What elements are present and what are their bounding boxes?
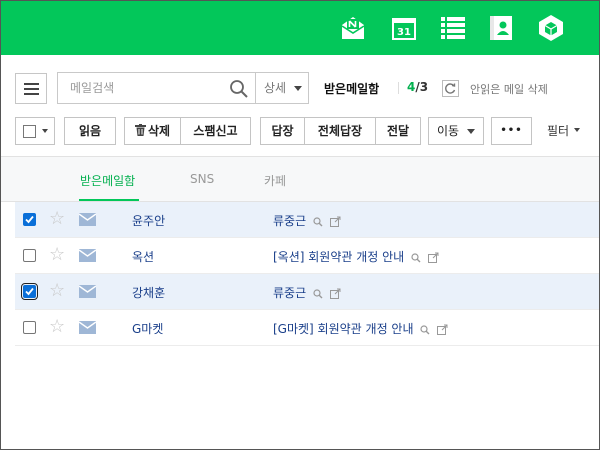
chevron-down-icon xyxy=(574,128,580,132)
mail-count: 4/3 xyxy=(407,80,428,94)
reply-button[interactable]: 답장 xyxy=(260,117,305,145)
mark-read-button[interactable]: 읽음 xyxy=(64,117,116,145)
report-spam-button[interactable]: 스팸신고 xyxy=(180,117,251,145)
mail-row[interactable]: ☆ G마켓 [G마켓] 회원약관 개정 안내 xyxy=(15,310,599,346)
tab-cafe[interactable]: 카페 xyxy=(264,172,286,189)
more-button[interactable]: ••• xyxy=(491,117,532,145)
divider xyxy=(398,82,399,94)
open-new-window-icon[interactable] xyxy=(427,252,439,263)
search-input[interactable] xyxy=(59,74,219,102)
check-icon xyxy=(25,287,34,296)
subject-text: [옥션] 회원약관 개정 안내 xyxy=(273,250,405,264)
move-dropdown[interactable]: 이동 xyxy=(428,117,484,145)
star-icon[interactable]: ☆ xyxy=(49,209,65,229)
sender-name[interactable]: 옥션 xyxy=(132,248,154,265)
total-count: 3 xyxy=(419,80,429,94)
row-checkbox[interactable] xyxy=(23,321,36,334)
subject-text: 류중근 xyxy=(273,214,307,228)
star-icon[interactable]: ☆ xyxy=(49,245,65,265)
envelope-icon[interactable] xyxy=(79,249,96,262)
row-checkbox[interactable] xyxy=(23,213,36,226)
mail-row[interactable]: ☆ 옥션 [옥션] 회원약관 개정 안내 xyxy=(15,238,599,274)
mail-row[interactable]: ☆ 강채훈 류중근 xyxy=(15,274,599,310)
mail-n-icon[interactable] xyxy=(338,13,368,43)
envelope-icon[interactable] xyxy=(79,321,96,334)
search-icon[interactable] xyxy=(229,79,249,99)
star-icon[interactable]: ☆ xyxy=(49,281,65,301)
tab-sns[interactable]: SNS xyxy=(190,172,214,186)
preview-search-icon[interactable] xyxy=(313,288,323,299)
check-icon xyxy=(25,215,34,224)
refresh-icon xyxy=(445,83,456,94)
subject-text: [G마켓] 회원약관 개정 안내 xyxy=(273,322,414,336)
preview-search-icon[interactable] xyxy=(313,216,323,227)
move-label: 이동 xyxy=(437,124,460,138)
open-new-window-icon[interactable] xyxy=(329,216,341,227)
contacts-icon[interactable] xyxy=(486,13,516,43)
select-all-dropdown[interactable] xyxy=(15,117,55,145)
calendar-day-label: 31 xyxy=(397,27,411,38)
detail-search-button[interactable]: 상세 xyxy=(255,72,309,104)
detail-search-label: 상세 xyxy=(264,81,287,95)
sender-name[interactable]: 강채훈 xyxy=(132,284,165,301)
sender-name[interactable]: 윤주안 xyxy=(132,212,165,229)
hamburger-line xyxy=(24,88,39,90)
forward-button[interactable]: 전달 xyxy=(375,117,421,145)
row-checkbox[interactable] xyxy=(21,283,38,300)
subject-link[interactable]: [옥션] 회원약관 개정 안내 xyxy=(273,248,439,265)
star-icon[interactable]: ☆ xyxy=(49,317,65,337)
hamburger-line xyxy=(24,93,39,95)
delete-label: 삭제 xyxy=(147,124,171,138)
row-checkbox[interactable] xyxy=(23,249,36,262)
subject-link[interactable]: [G마켓] 회원약관 개정 안내 xyxy=(273,320,448,337)
filter-dropdown[interactable]: 필터 xyxy=(547,122,580,139)
open-new-window-icon[interactable] xyxy=(437,324,448,335)
menu-button[interactable] xyxy=(15,73,47,104)
chevron-down-icon xyxy=(467,129,475,134)
chevron-down-icon xyxy=(294,86,302,91)
delete-unread-link[interactable]: 안읽은 메일 삭제 xyxy=(470,81,548,97)
select-all-checkbox[interactable] xyxy=(23,125,36,138)
preview-search-icon[interactable] xyxy=(411,252,421,263)
cube-icon[interactable] xyxy=(536,13,566,43)
tab-inbox[interactable]: 받은메일함 xyxy=(80,172,135,189)
mail-row[interactable]: ☆ 윤주안 류중근 xyxy=(15,202,599,238)
envelope-icon[interactable] xyxy=(79,213,96,226)
search-box xyxy=(57,72,256,104)
refresh-button[interactable] xyxy=(442,80,459,97)
subject-link[interactable]: 류중근 xyxy=(273,284,341,301)
hamburger-line xyxy=(24,83,39,85)
chevron-down-icon xyxy=(42,129,48,133)
mailbox-title: 받은메일함 xyxy=(324,82,380,96)
list-icon[interactable] xyxy=(438,13,468,43)
trash-icon xyxy=(134,124,146,136)
preview-search-icon[interactable] xyxy=(420,324,430,335)
reply-all-button[interactable]: 전체답장 xyxy=(304,117,376,145)
top-navigation-bar: 31 xyxy=(1,1,599,55)
filter-label: 필터 xyxy=(547,124,570,138)
subject-link[interactable]: 류중근 xyxy=(273,212,341,229)
subject-text: 류중근 xyxy=(273,286,307,300)
envelope-icon[interactable] xyxy=(79,285,96,298)
sender-name[interactable]: G마켓 xyxy=(132,320,163,337)
delete-button[interactable]: 삭제 xyxy=(124,117,181,145)
calendar-icon[interactable]: 31 xyxy=(389,13,419,43)
open-new-window-icon[interactable] xyxy=(329,288,341,299)
